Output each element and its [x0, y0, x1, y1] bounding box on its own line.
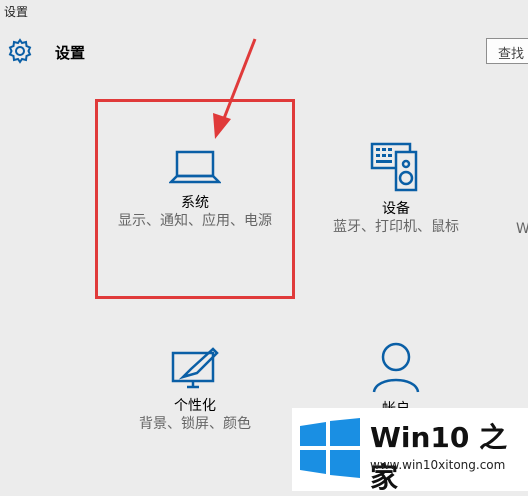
tile-personalization[interactable]: 个性化 背景、锁屏、颜色: [110, 345, 280, 433]
personalization-icon: [171, 347, 219, 389]
watermark-brand: Win10 之家: [370, 421, 508, 494]
watermark-url: www.win10xitong.com: [370, 458, 506, 472]
search-button[interactable]: 查找: [486, 38, 528, 64]
tile-accounts[interactable]: 帐户: [310, 340, 482, 418]
windows-logo-icon: [300, 418, 360, 478]
devices-icon: [370, 142, 418, 192]
page-title: 设置: [55, 44, 86, 62]
account-icon: [372, 342, 420, 393]
tile-devices-name: 设备: [382, 201, 410, 217]
gear-icon: [8, 38, 32, 64]
tile-personalization-name: 个性化: [174, 398, 216, 414]
window-title: 设置: [4, 5, 29, 19]
tile-devices[interactable]: 设备 蓝牙、打印机、鼠标: [310, 140, 482, 236]
highlight-box: [95, 99, 295, 299]
arrow-icon: [213, 38, 257, 139]
tile-devices-desc: 蓝牙、打印机、鼠标: [333, 219, 459, 235]
partial-tile-text: W: [516, 221, 528, 237]
watermark: Win10 之家 www.win10xitong.com: [292, 408, 528, 494]
tile-personalization-desc: 背景、锁屏、颜色: [139, 416, 251, 432]
